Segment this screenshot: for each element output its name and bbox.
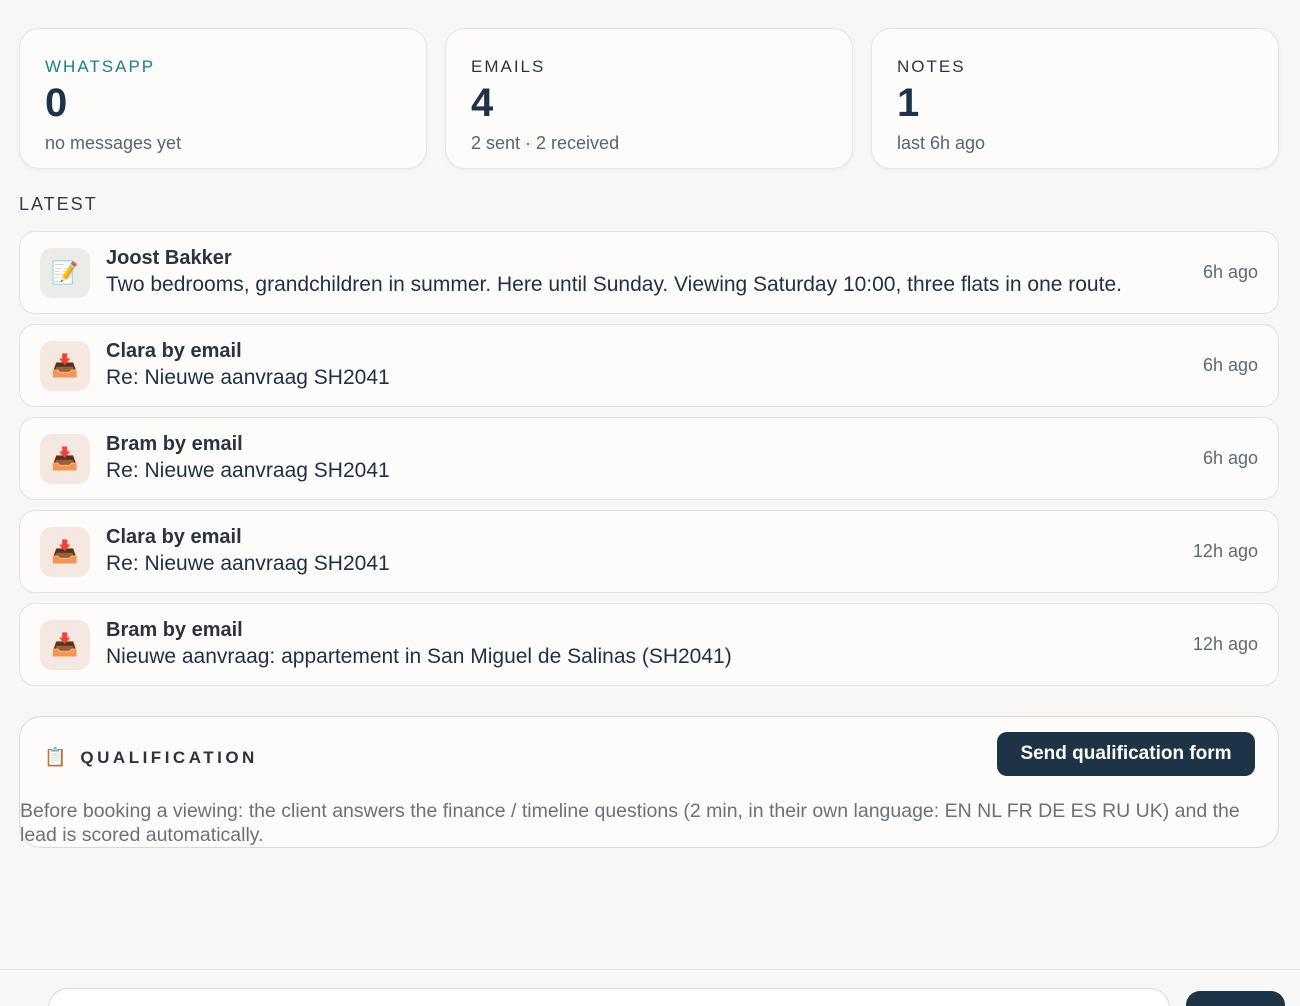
stat-subtitle: 2 sent · 2 received xyxy=(471,133,620,153)
activity-item[interactable]: 📥 Clara by email Re: Nieuwe aanvraag SH2… xyxy=(19,324,1279,407)
activity-body: Clara by email Re: Nieuwe aanvraag SH204… xyxy=(106,525,1177,577)
stat-label: WHATSAPP xyxy=(45,57,156,76)
qualification-panel: 📋 QUALIFICATION Send qualification form … xyxy=(19,716,1279,848)
stat-subtitle: no messages yet xyxy=(45,133,182,153)
stat-value: 4 xyxy=(471,81,494,125)
activity-title: Bram by email xyxy=(106,433,243,456)
activity-item[interactable]: 📥 Bram by email Nieuwe aanvraag: apparte… xyxy=(19,603,1279,686)
memo-icon: 📝 xyxy=(40,247,90,298)
activity-item[interactable]: 📥 Bram by email Re: Nieuwe aanvraag SH20… xyxy=(19,417,1279,500)
activity-time: 12h ago xyxy=(1192,634,1258,654)
emails-stat-card[interactable]: EMAILS 4 2 sent · 2 received xyxy=(445,28,853,169)
activity-text: Re: Nieuwe aanvraag SH2041 xyxy=(106,366,390,390)
activity-time: 6h ago xyxy=(1202,355,1258,375)
inbox-tray-icon: 📥 xyxy=(40,526,90,577)
activity-time: 6h ago xyxy=(1202,448,1258,468)
inbox-tray-icon: 📥 xyxy=(40,340,90,391)
stat-label: NOTES xyxy=(897,57,966,76)
activity-body: Bram by email Nieuwe aanvraag: apparteme… xyxy=(106,618,1177,670)
latest-heading: LATEST xyxy=(19,194,98,214)
activity-text: Two bedrooms, grandchildren in summer. H… xyxy=(106,273,1122,297)
activity-time: 12h ago xyxy=(1192,541,1258,561)
message-input[interactable] xyxy=(48,988,1170,1006)
send-qualification-form-button[interactable]: Send qualification form xyxy=(997,732,1255,776)
clipboard-icon: 📋 xyxy=(44,747,67,767)
inbox-tray-icon: 📥 xyxy=(40,619,90,670)
inbox-tray-icon: 📥 xyxy=(40,433,90,484)
stat-value: 1 xyxy=(897,81,920,125)
composer-divider xyxy=(0,969,1300,970)
activity-item[interactable]: 📝 Joost Bakker Two bedrooms, grandchildr… xyxy=(19,231,1279,314)
activity-body: Clara by email Re: Nieuwe aanvraag SH204… xyxy=(106,339,1187,391)
stat-label: EMAILS xyxy=(471,57,546,76)
lead-activity-page: WHATSAPP 0 no messages yet EMAILS 4 2 se… xyxy=(0,0,1300,1006)
stat-subtitle: last 6h ago xyxy=(897,133,986,153)
whatsapp-stat-card[interactable]: WHATSAPP 0 no messages yet xyxy=(19,28,427,169)
activity-title: Bram by email xyxy=(106,619,243,642)
activity-title: Joost Bakker xyxy=(106,247,232,270)
send-button[interactable] xyxy=(1186,991,1285,1006)
activity-time: 6h ago xyxy=(1202,262,1258,282)
notes-stat-card[interactable]: NOTES 1 last 6h ago xyxy=(871,28,1279,169)
stat-value: 0 xyxy=(45,81,68,125)
activity-text: Re: Nieuwe aanvraag SH2041 xyxy=(106,459,390,483)
qualification-header: 📋 QUALIFICATION xyxy=(44,747,258,768)
activity-body: Joost Bakker Two bedrooms, grandchildren… xyxy=(106,246,1187,298)
stats-row: WHATSAPP 0 no messages yet EMAILS 4 2 se… xyxy=(19,28,1279,169)
activity-title: Clara by email xyxy=(106,340,242,363)
activity-text: Re: Nieuwe aanvraag SH2041 xyxy=(106,552,390,576)
qualification-description: Before booking a viewing: the client ans… xyxy=(20,800,1240,847)
activity-text: Nieuwe aanvraag: appartement in San Migu… xyxy=(106,645,732,669)
activity-body: Bram by email Re: Nieuwe aanvraag SH2041 xyxy=(106,432,1187,484)
activity-item[interactable]: 📥 Clara by email Re: Nieuwe aanvraag SH2… xyxy=(19,510,1279,593)
activity-feed: 📝 Joost Bakker Two bedrooms, grandchildr… xyxy=(19,231,1279,696)
activity-title: Clara by email xyxy=(106,526,242,549)
qualification-title: QUALIFICATION xyxy=(80,747,258,767)
